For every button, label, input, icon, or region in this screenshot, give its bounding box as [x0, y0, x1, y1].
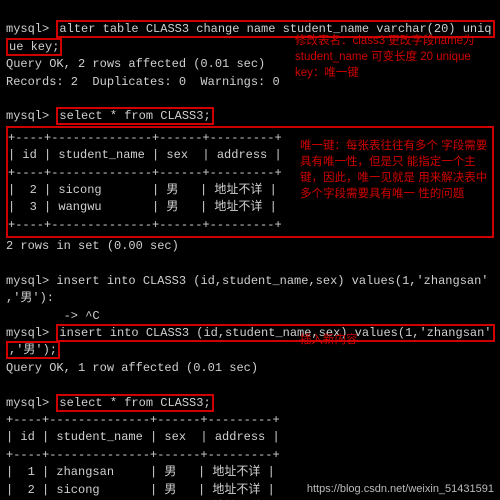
table-row: | 3 | wangwu | 男 | 地址不详 | [8, 200, 277, 214]
prompt: mysql> [6, 396, 56, 410]
cmd-insert-ok-highlight-l1: insert into CLASS3 (id,student_name,sex)… [56, 324, 494, 342]
prompt: mysql> [6, 109, 56, 123]
resp-alter-ok: Query OK, 2 rows affected (0.01 sec) [6, 57, 265, 71]
table-header: | id | student_name | sex | address | [6, 430, 280, 444]
cmd-alter-highlight-line2: ue key; [6, 38, 62, 56]
cancel-line: -> ^C [64, 309, 100, 323]
terminal-output: mysql> alter table CLASS3 change name st… [0, 0, 500, 500]
cmd-insert-ok-highlight-l2: ,'男'); [6, 341, 60, 359]
table-row: | 2 | sicong | 男 | 地址不详 | [6, 483, 275, 497]
prompt: mysql> [6, 274, 56, 288]
table-border: +----+--------------+------+---------+ [8, 166, 282, 180]
table1-highlight: +----+--------------+------+---------+ |… [6, 126, 494, 238]
resp-insert-ok: Query OK, 1 row affected (0.01 sec) [6, 361, 258, 375]
resp-select1-footer: 2 rows in set (0.00 sec) [6, 239, 179, 253]
cmd-select2-highlight: select * from CLASS3; [56, 394, 213, 412]
cmd-alter-highlight: alter table CLASS3 change name student_n… [56, 20, 494, 38]
table-header: | id | student_name | sex | address | [8, 148, 282, 162]
table-border: +----+--------------+------+---------+ [6, 448, 280, 462]
watermark: https://blog.csdn.net/weixin_51431591 [307, 482, 494, 498]
table-border: +----+--------------+------+---------+ [8, 218, 282, 232]
resp-alter-records: Records: 2 Duplicates: 0 Warnings: 0 [6, 75, 280, 89]
cmd-select1-highlight: select * from CLASS3; [56, 107, 213, 125]
prompt: mysql> [6, 22, 56, 36]
cmd-insert-wrong-l1: insert into CLASS3 (id,student_name,sex)… [56, 274, 488, 288]
cmd-insert-wrong-l2: ,'男'): [6, 291, 54, 305]
table-row: | 1 | zhangsan | 男 | 地址不详 | [6, 465, 275, 479]
table-border: +----+--------------+------+---------+ [8, 131, 282, 145]
prompt: mysql> [6, 326, 56, 340]
table-row: | 2 | sicong | 男 | 地址不详 | [8, 183, 277, 197]
table-border: +----+--------------+------+---------+ [6, 413, 280, 427]
